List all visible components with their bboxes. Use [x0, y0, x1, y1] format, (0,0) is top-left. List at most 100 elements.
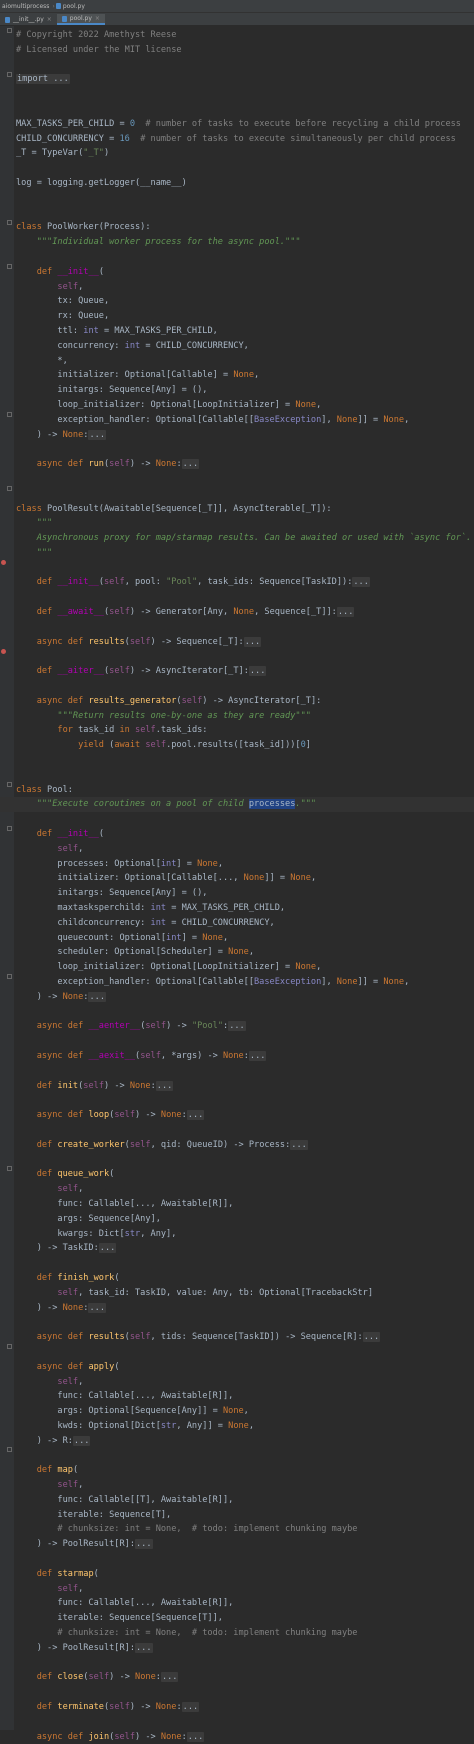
code-line[interactable]: _T = TypeVar("_T")	[16, 146, 474, 161]
code-line[interactable]	[16, 102, 474, 117]
close-icon[interactable]: ×	[95, 15, 100, 22]
code-line[interactable]: func: Callable[..., Awaitable[R]],	[16, 1389, 474, 1404]
fold-icon[interactable]	[7, 220, 12, 225]
editor-gutter[interactable]	[0, 26, 14, 1730]
folded-region[interactable]: ...	[352, 577, 370, 588]
code-line[interactable]	[16, 58, 474, 73]
code-line[interactable]: ) -> R:...	[16, 1434, 474, 1449]
code-line[interactable]: # Licensed under the MIT license	[16, 43, 474, 58]
fold-icon[interactable]	[7, 826, 12, 831]
code-line[interactable]	[16, 649, 474, 664]
code-line[interactable]: def init(self) -> None:...	[16, 1079, 474, 1094]
code-line[interactable]: func: Callable[..., Awaitable[R]],	[16, 1596, 474, 1611]
code-line[interactable]: self,	[16, 1582, 474, 1597]
code-line[interactable]: def __init__(	[16, 265, 474, 280]
folded-region[interactable]: ...	[243, 636, 262, 647]
code-line[interactable]: """Individual worker process for the asy…	[16, 235, 474, 250]
tab-pool-py[interactable]: pool.py ×	[56, 14, 105, 25]
tab-init-py[interactable]: __init__.py ×	[0, 14, 57, 25]
fold-icon[interactable]	[7, 28, 12, 33]
code-line[interactable]: *,	[16, 354, 474, 369]
code-line[interactable]	[16, 191, 474, 206]
code-line[interactable]: def create_worker(self, qid: QueueID) ->…	[16, 1138, 474, 1153]
code-line[interactable]: def __aiter__(self) -> AsyncIterator[_T]…	[16, 664, 474, 679]
code-line[interactable]: self,	[16, 1375, 474, 1390]
code-line[interactable]: """	[16, 546, 474, 561]
code-line[interactable]: async def results(self, tids: Sequence[T…	[16, 1330, 474, 1345]
code-line[interactable]	[16, 1552, 474, 1567]
code-line[interactable]: Asynchronous proxy for map/starmap resul…	[16, 531, 474, 546]
code-line[interactable]: async def __aexit__(self, *args) -> None…	[16, 1049, 474, 1064]
code-line[interactable]: async def __aenter__(self) -> "Pool":...	[16, 1019, 474, 1034]
code-line[interactable]: def starmap(	[16, 1567, 474, 1582]
code-line[interactable]: def terminate(self) -> None:...	[16, 1700, 474, 1715]
breadcrumb-file[interactable]: pool.py	[61, 3, 87, 10]
close-icon[interactable]: ×	[47, 16, 52, 23]
code-line[interactable]: def close(self) -> None:...	[16, 1670, 474, 1685]
folded-region[interactable]: ...	[160, 1672, 179, 1683]
code-line[interactable]: ttl: int = MAX_TASKS_PER_CHILD,	[16, 324, 474, 339]
code-line[interactable]	[16, 1715, 474, 1730]
code-line[interactable]: self, task_id: TaskID, value: Any, tb: O…	[16, 1286, 474, 1301]
code-line[interactable]: def __init__(self, pool: "Pool", task_id…	[16, 575, 474, 590]
code-line[interactable]: # Copyright 2022 Amethyst Reese	[16, 28, 474, 43]
fold-icon[interactable]	[7, 974, 12, 979]
code-line[interactable]	[16, 1256, 474, 1271]
code-line[interactable]: args: Optional[Sequence[Any]] = None,	[16, 1404, 474, 1419]
code-line[interactable]	[16, 161, 474, 176]
code-line[interactable]: log = logging.getLogger(__name__)	[16, 176, 474, 191]
code-line[interactable]: ) -> PoolResult[R]:...	[16, 1537, 474, 1552]
fold-icon[interactable]	[7, 72, 12, 77]
code-line[interactable]: queuecount: Optional[int] = None,	[16, 931, 474, 946]
code-line[interactable]: func: Callable[..., Awaitable[R]],	[16, 1197, 474, 1212]
code-line[interactable]: initializer: Optional[Callable] = None,	[16, 368, 474, 383]
folded-region[interactable]: ...	[88, 429, 106, 440]
code-line[interactable]: async def run(self) -> None:...	[16, 457, 474, 472]
folded-region[interactable]: ...	[336, 607, 355, 618]
code-line[interactable]: def __init__(	[16, 827, 474, 842]
folded-region[interactable]: ...	[72, 1435, 91, 1446]
code-line[interactable]	[16, 590, 474, 605]
folded-region[interactable]: ...	[135, 1642, 153, 1653]
code-line[interactable]: concurrency: int = CHILD_CONCURRENCY,	[16, 339, 474, 354]
code-line[interactable]	[16, 472, 474, 487]
code-line[interactable]: class PoolResult(Awaitable[Sequence[_T]]…	[16, 502, 474, 517]
code-line[interactable]	[16, 1315, 474, 1330]
folded-region[interactable]: ...	[186, 1110, 205, 1121]
fold-icon[interactable]	[7, 782, 12, 787]
code-line[interactable]: ) -> PoolResult[R]:...	[16, 1641, 474, 1656]
code-line[interactable]: async def loop(self) -> None:...	[16, 1108, 474, 1123]
code-line[interactable]	[16, 1153, 474, 1168]
code-line[interactable]	[16, 1449, 474, 1464]
folded-region[interactable]: ...	[135, 1539, 153, 1550]
code-line[interactable]: import ...	[16, 72, 474, 87]
folded-region[interactable]: import ...	[16, 74, 70, 85]
code-line[interactable]	[16, 768, 474, 783]
code-line[interactable]: initargs: Sequence[Any] = (),	[16, 383, 474, 398]
folded-region[interactable]: ...	[181, 459, 200, 470]
fold-icon[interactable]	[7, 1447, 12, 1452]
code-line[interactable]	[16, 1345, 474, 1360]
code-line[interactable]	[16, 206, 474, 221]
code-line[interactable]: self,	[16, 1478, 474, 1493]
code-line[interactable]	[16, 620, 474, 635]
code-line[interactable]	[16, 1685, 474, 1700]
code-line[interactable]: def __await__(self) -> Generator[Any, No…	[16, 605, 474, 620]
code-line[interactable]: """	[16, 516, 474, 531]
code-line[interactable]	[16, 561, 474, 576]
code-line[interactable]: maxtasksperchild: int = MAX_TASKS_PER_CH…	[16, 901, 474, 916]
code-line[interactable]: # chunksize: int = None, # todo: impleme…	[16, 1522, 474, 1537]
code-line[interactable]	[16, 1123, 474, 1138]
code-line[interactable]: # chunksize: int = None, # todo: impleme…	[16, 1626, 474, 1641]
code-line[interactable]: ) -> None:...	[16, 428, 474, 443]
code-line[interactable]	[16, 1005, 474, 1020]
code-line[interactable]	[16, 753, 474, 768]
breadcrumb-project[interactable]: aiomultiprocess	[0, 3, 51, 10]
folded-region[interactable]: ...	[186, 1731, 205, 1742]
code-line[interactable]: yield (await self.pool.results([task_id]…	[16, 738, 474, 753]
code-line[interactable]: exception_handler: Optional[Callable[[Ba…	[16, 413, 474, 428]
code-line[interactable]: CHILD_CONCURRENCY = 16 # number of tasks…	[16, 132, 474, 147]
code-line[interactable]: ) -> TaskID:...	[16, 1241, 474, 1256]
folded-region[interactable]: ...	[98, 1243, 117, 1254]
fold-icon[interactable]	[7, 486, 12, 491]
